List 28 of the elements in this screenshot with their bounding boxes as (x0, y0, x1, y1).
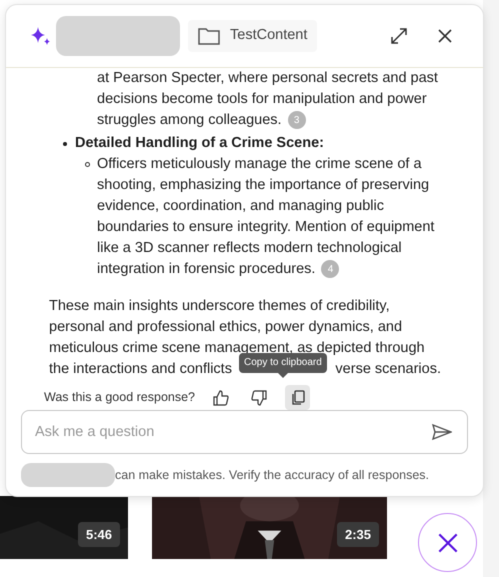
expand-icon (390, 27, 408, 45)
summary-line: the interactions and conflicts (49, 360, 232, 379)
folder-icon (198, 27, 220, 45)
feedback-prompt: Was this a good response? (44, 389, 196, 406)
disclaimer-text: can make mistakes. Verify the accuracy of all responses. (115, 466, 430, 484)
summary-line: personal and professional ethics, power dynamics, and (49, 318, 402, 337)
citation-badge[interactable]: 4 (321, 260, 340, 278)
duration-badge: 2:35 (336, 522, 379, 547)
thumbs-down-icon (251, 390, 268, 406)
list-bullet (63, 142, 67, 146)
folder-chip[interactable]: TestContent (188, 20, 318, 52)
bullet-text: at Pearson Specter, where personal secrets and past decisions become tools for manipulation and power struggles among colleagues. 3 (96, 69, 439, 131)
sparkle-icon (30, 25, 52, 47)
citation-badge[interactable]: 3 (288, 111, 306, 130)
bullet-heading: Detailed Handling of a Crime Scene: (75, 134, 324, 153)
question-field[interactable]: Ask me a question (21, 410, 468, 454)
copy-button[interactable] (285, 385, 310, 410)
bullet-text: Officers meticulously manage the crime scene of a shooting, emphasizing the importance of preserving evidence, coordination, and managing public boundaries to ensure integrity. Mention of equipment like a 3D scanner reflects modern technological integration in forensic procedures. 4 (96, 155, 436, 280)
folder-name: TestContent (230, 26, 308, 46)
thumbs-up-icon (213, 390, 230, 406)
copy-icon (290, 390, 305, 405)
list-bullet (85, 162, 90, 167)
send-icon[interactable] (432, 424, 452, 440)
summary-line: These main insights underscore themes of credibility, (49, 297, 390, 316)
tooltip-text: Copy to clipboard (239, 353, 327, 373)
summary-line: verse scenarios. (335, 360, 441, 379)
close-icon (437, 28, 453, 44)
duration-badge: 5:46 (78, 522, 120, 547)
